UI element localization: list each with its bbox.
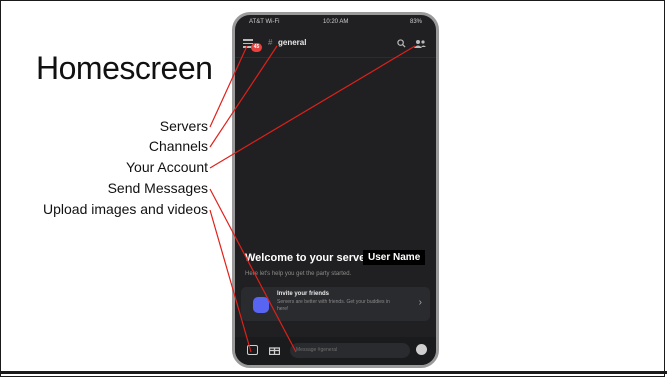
arrow-your-account	[209, 45, 416, 169]
arrow-send-messages	[209, 188, 297, 353]
arrow-channels	[209, 45, 278, 148]
arrow-upload	[209, 209, 252, 353]
annotation-arrows	[209, 45, 416, 353]
arrow-servers	[209, 45, 248, 128]
